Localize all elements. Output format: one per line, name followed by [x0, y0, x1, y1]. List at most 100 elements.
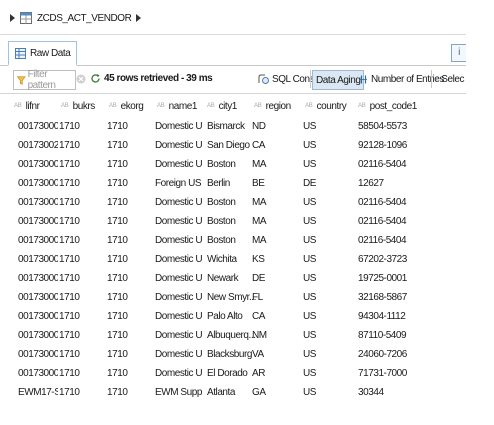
table-row[interactable]: 001730003117101710Foreign US S...BerlinB… — [0, 174, 466, 193]
cell-ekorg[interactable]: 1710 — [107, 307, 153, 326]
cell-country[interactable]: DE — [303, 174, 353, 193]
column-header-country[interactable]: AB country — [305, 95, 347, 117]
cell-region[interactable]: ND — [252, 117, 301, 136]
cell-name1[interactable]: Domestic US... — [155, 212, 202, 231]
cell-bukrs[interactable]: 1710 — [59, 174, 106, 193]
cell-region[interactable]: MA — [252, 155, 301, 174]
table-row[interactable]: 001730008017101710Domestic US...NewarkDE… — [0, 269, 466, 288]
cell-post-code1[interactable]: 02116-5404 — [358, 212, 448, 231]
cell-region[interactable]: NM — [252, 326, 301, 345]
table-row[interactable]: 001730000217101710Domestic US...Bismarck… — [0, 117, 466, 136]
cell-country[interactable]: US — [303, 383, 353, 402]
cell-post-code1[interactable]: 92128-1096 — [358, 136, 448, 155]
cell-city1[interactable]: Boston — [207, 212, 257, 231]
cell-city1[interactable]: New Smyr... — [207, 288, 257, 307]
cell-post-code1[interactable]: 02116-5404 — [358, 193, 448, 212]
cell-bukrs[interactable]: 1710 — [59, 383, 106, 402]
cell-country[interactable]: US — [303, 288, 353, 307]
cell-city1[interactable]: Blacksburg — [207, 345, 257, 364]
cell-country[interactable]: US — [303, 326, 353, 345]
cell-lifnr[interactable]: 0017300031 — [18, 174, 58, 193]
cell-ekorg[interactable]: 1710 — [107, 383, 153, 402]
cell-region[interactable]: MA — [252, 231, 301, 250]
cell-lifnr[interactable]: 0017300034 — [18, 231, 58, 250]
cell-city1[interactable]: El Dorado — [207, 364, 257, 383]
cell-ekorg[interactable]: 1710 — [107, 326, 153, 345]
cell-lifnr[interactable]: 0017300090 — [18, 364, 58, 383]
cell-name1[interactable]: Domestic US... — [155, 231, 202, 250]
cell-bukrs[interactable]: 1710 — [59, 345, 106, 364]
cell-name1[interactable]: EWM Suppli... — [155, 383, 202, 402]
cell-ekorg[interactable]: 1710 — [107, 136, 153, 155]
cell-region[interactable]: MA — [252, 193, 301, 212]
cell-region[interactable]: KS — [252, 250, 301, 269]
cell-lifnr[interactable]: 0017300081 — [18, 288, 58, 307]
cell-ekorg[interactable]: 1710 — [107, 364, 153, 383]
cell-country[interactable]: US — [303, 307, 353, 326]
info-icon[interactable]: i — [451, 44, 466, 62]
cell-country[interactable]: US — [303, 364, 353, 383]
cell-city1[interactable]: Boston — [207, 193, 257, 212]
cell-bukrs[interactable]: 1710 — [59, 231, 106, 250]
cell-name1[interactable]: Domestic US... — [155, 345, 202, 364]
cell-name1[interactable]: Domestic US... — [155, 136, 202, 155]
cell-post-code1[interactable]: 71731-7000 — [358, 364, 448, 383]
table-row[interactable]: 001730000617101710Domestic US...WichitaK… — [0, 250, 466, 269]
filter-pattern-input[interactable]: Filter pattern — [13, 69, 76, 91]
cell-post-code1[interactable]: 02116-5404 — [358, 155, 448, 174]
cell-country[interactable]: US — [303, 155, 353, 174]
cell-country[interactable]: US — [303, 345, 353, 364]
breadcrumb-entity-name[interactable]: ZCDS_ACT_VENDOR — [37, 13, 132, 24]
cell-region[interactable]: CA — [252, 136, 301, 155]
clear-filter-icon[interactable] — [76, 74, 86, 84]
cell-lifnr[interactable]: 0017300006 — [18, 250, 58, 269]
cell-lifnr[interactable]: 0017300002 — [18, 117, 58, 136]
cell-country[interactable]: US — [303, 117, 353, 136]
cell-region[interactable]: MA — [252, 212, 301, 231]
cell-post-code1[interactable]: 12627 — [358, 174, 448, 193]
table-row[interactable]: 001730008117101710Domestic US...New Smyr… — [0, 288, 466, 307]
cell-name1[interactable]: Domestic US... — [155, 364, 202, 383]
cell-name1[interactable]: Domestic US... — [155, 155, 202, 174]
cell-city1[interactable]: Atlanta — [207, 383, 257, 402]
cell-post-code1[interactable]: 32168-5867 — [358, 288, 448, 307]
column-header-post-code1[interactable]: AB post_code1 — [358, 95, 417, 117]
cell-lifnr[interactable]: 0017300273 — [18, 136, 58, 155]
cell-name1[interactable]: Domestic US... — [155, 288, 202, 307]
cell-ekorg[interactable]: 1710 — [107, 288, 153, 307]
cell-name1[interactable]: Domestic US... — [155, 193, 202, 212]
cell-lifnr[interactable]: 0017300083 — [18, 326, 58, 345]
cell-post-code1[interactable]: 02116-5404 — [358, 231, 448, 250]
cell-city1[interactable]: Palo Alto — [207, 307, 257, 326]
table-row[interactable]: 001730027317101710Domestic US...San Dieg… — [0, 136, 466, 155]
breadcrumb-next-arrow-icon[interactable] — [136, 14, 142, 22]
cell-name1[interactable]: Foreign US S... — [155, 174, 202, 193]
cell-bukrs[interactable]: 1710 — [59, 364, 106, 383]
cell-post-code1[interactable]: 87110-5409 — [358, 326, 448, 345]
cell-bukrs[interactable]: 1710 — [59, 288, 106, 307]
cell-ekorg[interactable]: 1710 — [107, 117, 153, 136]
cell-region[interactable]: BE — [252, 174, 301, 193]
cell-region[interactable]: FL — [252, 288, 301, 307]
cell-bukrs[interactable]: 1710 — [59, 269, 106, 288]
cell-bukrs[interactable]: 1710 — [59, 155, 106, 174]
cell-post-code1[interactable]: 19725-0001 — [358, 269, 448, 288]
cell-bukrs[interactable]: 1710 — [59, 326, 106, 345]
cell-bukrs[interactable]: 1710 — [59, 117, 106, 136]
cell-name1[interactable]: Domestic US... — [155, 326, 202, 345]
cell-city1[interactable]: Berlin — [207, 174, 257, 193]
cell-ekorg[interactable]: 1710 — [107, 174, 153, 193]
cell-city1[interactable]: Albuquerq... — [207, 326, 257, 345]
cell-lifnr[interactable]: 0017300032 — [18, 193, 58, 212]
cell-region[interactable]: CA — [252, 307, 301, 326]
cell-region[interactable]: VA — [252, 345, 301, 364]
cell-city1[interactable]: San Diego — [207, 136, 257, 155]
table-row[interactable]: EWM17-S17101710EWM Suppli...AtlantaGAUS3… — [0, 383, 466, 402]
table-row[interactable]: 001730008317101710Domestic US...Albuquer… — [0, 326, 466, 345]
cell-post-code1[interactable]: 30344 — [358, 383, 448, 402]
column-header-ekorg[interactable]: AB ekorg — [109, 95, 144, 117]
cell-ekorg[interactable]: 1710 — [107, 155, 153, 174]
column-header-name1[interactable]: AB name1 — [157, 95, 197, 117]
cell-country[interactable]: US — [303, 250, 353, 269]
column-header-bukrs[interactable]: AB bukrs — [61, 95, 95, 117]
